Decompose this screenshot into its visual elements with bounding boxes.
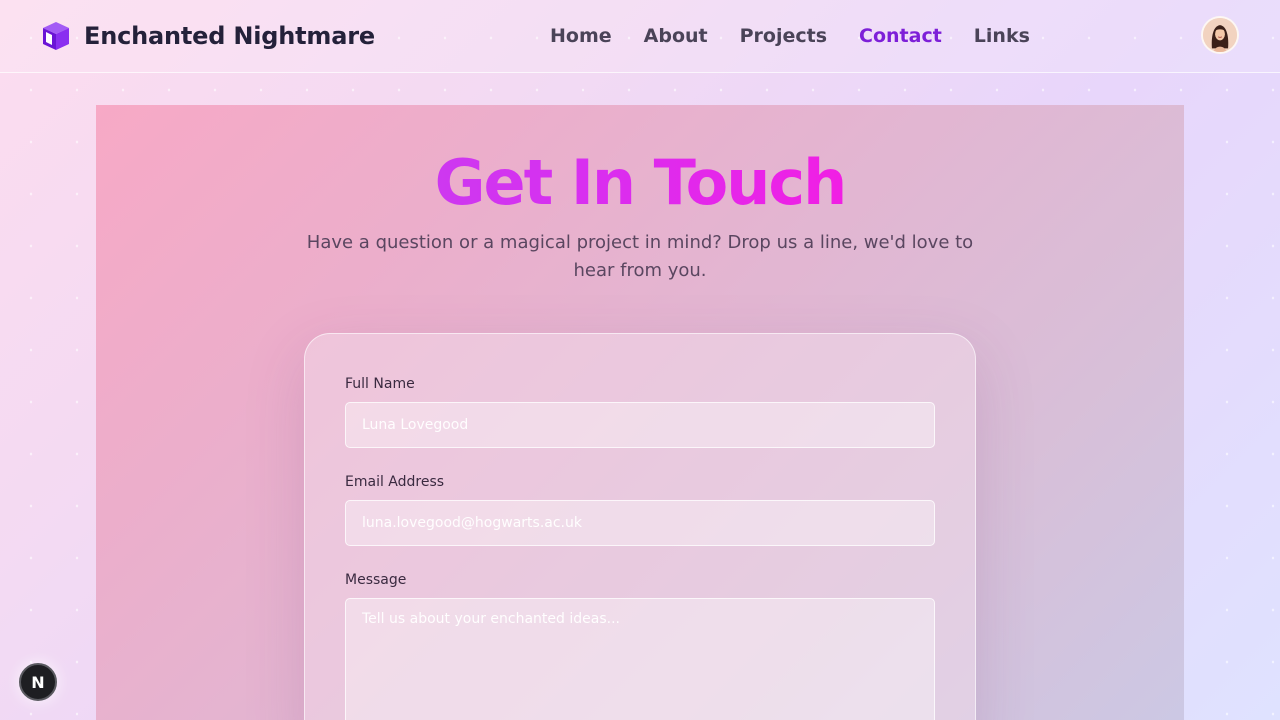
contact-section: Get In Touch Have a question or a magica…: [96, 105, 1184, 720]
cube-icon: [43, 22, 69, 50]
main-nav: Home About Projects Contact Links: [550, 22, 1062, 50]
nav-links[interactable]: Links: [974, 22, 1030, 50]
nav-about[interactable]: About: [644, 22, 708, 50]
avatar-icon: [1203, 18, 1237, 52]
full-name-label: Full Name: [345, 376, 415, 392]
message-label: Message: [345, 572, 407, 588]
brand-logo-link[interactable]: Enchanted Nightmare: [40, 19, 375, 53]
full-name-input[interactable]: [345, 402, 935, 448]
contact-form: Full Name Email Address Message: [304, 333, 976, 720]
nav-projects[interactable]: Projects: [740, 22, 827, 50]
email-label: Email Address: [345, 474, 445, 490]
dev-tools-badge-label: N: [31, 672, 45, 692]
email-input[interactable]: [345, 500, 935, 546]
dev-tools-badge[interactable]: N: [19, 663, 57, 701]
page-title: Get In Touch: [96, 147, 1184, 219]
user-avatar[interactable]: [1201, 16, 1239, 54]
message-textarea[interactable]: [345, 598, 935, 720]
nav-home[interactable]: Home: [550, 22, 612, 50]
site-header: Enchanted Nightmare Home About Projects …: [0, 0, 1280, 73]
page-subtitle: Have a question or a magical project in …: [306, 232, 974, 281]
nav-contact[interactable]: Contact: [859, 22, 942, 50]
brand-name: Enchanted Nightmare: [84, 22, 375, 50]
